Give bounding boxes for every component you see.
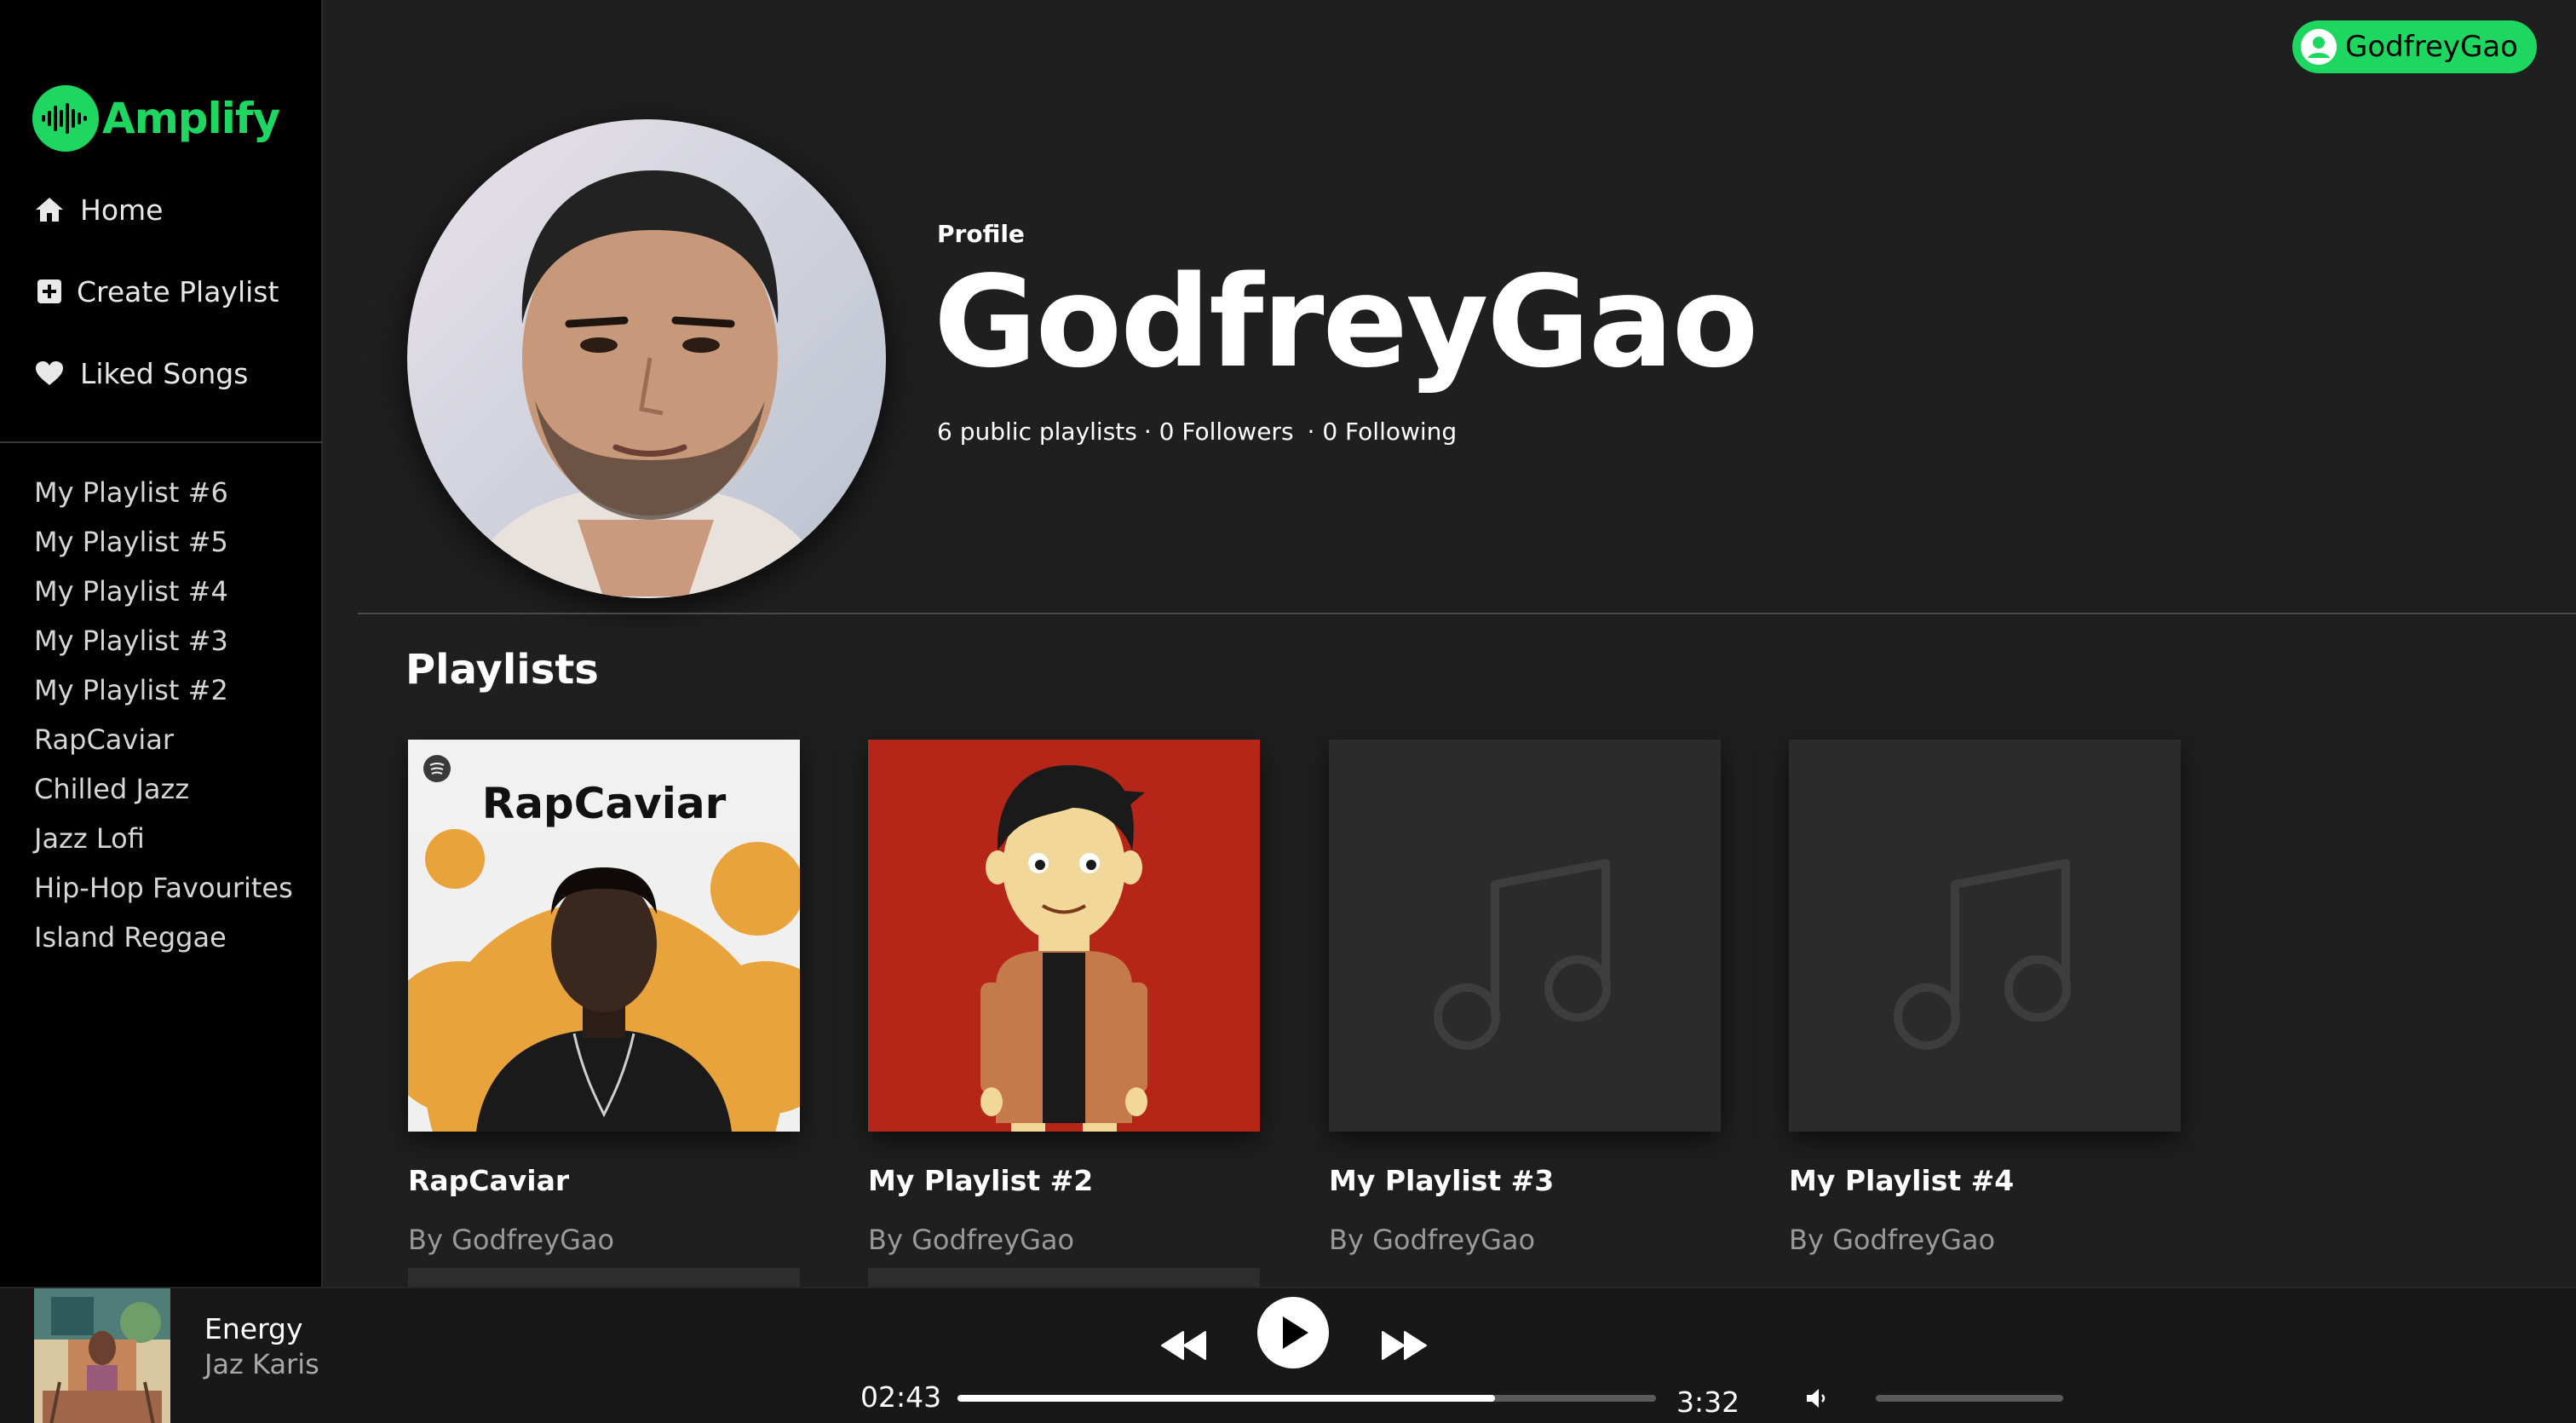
playlist-card-byline: By GodfreyGao [408, 1224, 615, 1256]
sidebar-playlist-item[interactable]: Hip-Hop Favourites [34, 869, 293, 919]
rapcaviar-cover-text: RapCaviar [482, 779, 727, 828]
playlist-card-peek[interactable] [408, 1268, 800, 1287]
followers-count[interactable]: · 0 Followers [1144, 418, 1294, 446]
playlist-card-title: My Playlist #2 [868, 1164, 1094, 1197]
app-logo[interactable]: Amplify [32, 85, 280, 152]
sidebar-playlist-item[interactable]: RapCaviar [34, 721, 293, 770]
playlist-card-my-playlist-4[interactable]: My Playlist #4 By GodfreyGao [1789, 740, 2181, 1256]
rewind-button[interactable] [1157, 1324, 1210, 1367]
sidebar: Amplify Home Create Playlist Liked Songs… [0, 0, 323, 1287]
app-name: Amplify [102, 94, 280, 143]
play-button[interactable] [1257, 1297, 1329, 1368]
user-menu-username: GodfreyGao [2345, 30, 2518, 64]
volume-icon [1807, 1389, 1826, 1408]
play-icon [1283, 1316, 1308, 1349]
playlist-cover: RapCaviar [408, 740, 800, 1132]
profile-stats: 6 public playlists · 0 Followers · 0 Fol… [937, 418, 1457, 446]
now-playing-title[interactable]: Energy [204, 1312, 303, 1345]
sidebar-playlist-list: My Playlist #6 My Playlist #5 My Playlis… [34, 474, 293, 968]
nav-home[interactable]: Home [32, 193, 163, 227]
playlist-card-byline: By GodfreyGao [1789, 1224, 1996, 1256]
playlist-card-my-playlist-2[interactable]: My Playlist #2 By GodfreyGao [868, 740, 1260, 1256]
profile-name: GodfreyGao [934, 249, 1758, 395]
playlist-card-peek[interactable] [868, 1268, 1260, 1287]
sidebar-playlist-item[interactable]: Island Reggae [34, 919, 293, 968]
header-divider [358, 613, 2576, 614]
plus-square-icon [32, 274, 66, 308]
following-count[interactable]: · 0 Following [1308, 418, 1458, 446]
now-playing-album-art[interactable] [34, 1288, 170, 1423]
music-note-placeholder-icon [1789, 740, 2181, 1132]
playlists-section-title: Playlists [405, 646, 599, 694]
playlist-card-title: My Playlist #4 [1789, 1164, 2015, 1197]
sidebar-playlist-item[interactable]: Chilled Jazz [34, 770, 293, 820]
profile-kind-label: Profile [937, 220, 1025, 248]
nav-create-playlist-label: Create Playlist [77, 274, 279, 308]
progress-bar[interactable] [957, 1395, 1656, 1402]
fast-forward-button[interactable] [1378, 1324, 1431, 1367]
fast-forward-icon [1382, 1331, 1427, 1360]
nav-liked-songs[interactable]: Liked Songs [32, 356, 248, 390]
elapsed-time: 02:43 [860, 1380, 942, 1414]
sidebar-playlist-item[interactable]: My Playlist #2 [34, 671, 293, 721]
playlist-card-title: RapCaviar [408, 1164, 570, 1197]
playlist-card-title: My Playlist #3 [1329, 1164, 1555, 1197]
rewind-icon [1161, 1331, 1206, 1360]
sidebar-playlist-item[interactable]: My Playlist #3 [34, 622, 293, 671]
music-note-placeholder-icon [1329, 740, 1721, 1132]
nav-create-playlist[interactable]: Create Playlist [32, 274, 279, 308]
progress-bar-fill [957, 1395, 1496, 1402]
user-circle-icon [2301, 29, 2337, 65]
heart-icon [32, 356, 66, 390]
sidebar-playlist-item[interactable]: My Playlist #4 [34, 573, 293, 622]
sidebar-playlist-item[interactable]: My Playlist #6 [34, 474, 293, 523]
sidebar-divider [0, 441, 323, 443]
profile-avatar [407, 119, 886, 598]
playlist-card-byline: By GodfreyGao [868, 1224, 1075, 1256]
home-icon [32, 193, 66, 227]
playlist-card-my-playlist-3[interactable]: My Playlist #3 By GodfreyGao [1329, 740, 1721, 1256]
now-playing-artist[interactable]: Jaz Karis [204, 1348, 319, 1380]
player-bar: Energy Jaz Karis 02:43 3:32 [0, 1287, 2576, 1423]
soundwave-icon [32, 85, 99, 152]
volume-button[interactable] [1801, 1384, 1833, 1413]
sidebar-playlist-item[interactable]: My Playlist #5 [34, 523, 293, 573]
nav-liked-songs-label: Liked Songs [80, 356, 249, 390]
user-menu-button[interactable]: GodfreyGao [2292, 20, 2537, 73]
playlist-card-byline: By GodfreyGao [1329, 1224, 1536, 1256]
volume-slider[interactable] [1876, 1395, 2063, 1402]
playlist-card-rapcaviar[interactable]: RapCaviar RapCaviar By GodfreyGao [408, 740, 800, 1256]
playlist-cover [868, 740, 1260, 1132]
total-duration: 3:32 [1676, 1386, 1740, 1419]
nav-home-label: Home [80, 193, 164, 227]
sidebar-playlist-item[interactable]: Jazz Lofi [34, 820, 293, 869]
public-playlists-count: 6 public playlists [937, 418, 1137, 446]
